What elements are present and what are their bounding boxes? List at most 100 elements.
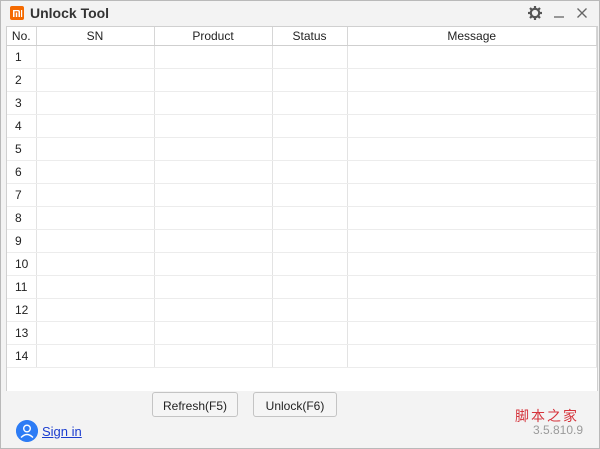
table-header-row: No. SN Product Status Message (7, 27, 597, 46)
cell-status (272, 206, 348, 230)
close-icon[interactable] (574, 5, 590, 21)
cell-status (272, 45, 348, 69)
cell-row-number: 6 (7, 160, 37, 184)
cell-product (154, 137, 273, 161)
cell-message (347, 45, 597, 69)
cell-row-number: 2 (7, 68, 37, 92)
cell-row-number: 3 (7, 91, 37, 115)
cell-status (272, 252, 348, 276)
cell-status (272, 275, 348, 299)
cell-product (154, 91, 273, 115)
cell-row-number: 13 (7, 321, 37, 345)
cell-message (347, 91, 597, 115)
cell-sn (36, 344, 155, 368)
unlock-button[interactable]: Unlock(F6) (253, 392, 337, 417)
cell-sn (36, 114, 155, 138)
cell-product (154, 275, 273, 299)
table-row[interactable]: 12 (7, 298, 597, 322)
device-table: No. SN Product Status Message 1234567891… (6, 26, 598, 392)
gear-icon[interactable] (527, 5, 543, 21)
cell-row-number: 10 (7, 252, 37, 276)
cell-product (154, 114, 273, 138)
cell-status (272, 183, 348, 207)
cell-sn (36, 229, 155, 253)
sign-in-link[interactable]: Sign in (42, 424, 82, 439)
cell-status (272, 229, 348, 253)
cell-message (347, 114, 597, 138)
cell-product (154, 45, 273, 69)
cell-message (347, 160, 597, 184)
cell-sn (36, 321, 155, 345)
cell-row-number: 4 (7, 114, 37, 138)
title-bar: Unlock Tool (1, 1, 599, 26)
cell-status (272, 91, 348, 115)
cell-message (347, 206, 597, 230)
table-row[interactable]: 2 (7, 68, 597, 92)
cell-sn (36, 183, 155, 207)
cell-product (154, 321, 273, 345)
cell-status (272, 321, 348, 345)
cell-message (347, 252, 597, 276)
cell-product (154, 160, 273, 184)
cell-product (154, 344, 273, 368)
cell-status (272, 68, 348, 92)
cell-message (347, 137, 597, 161)
table-row[interactable]: 10 (7, 252, 597, 276)
cell-message (347, 344, 597, 368)
table-row[interactable]: 7 (7, 183, 597, 207)
cell-status (272, 298, 348, 322)
table-row[interactable]: 5 (7, 137, 597, 161)
cell-sn (36, 252, 155, 276)
cell-sn (36, 45, 155, 69)
table-row[interactable]: 3 (7, 91, 597, 115)
minimize-icon[interactable] (551, 5, 567, 21)
table-row[interactable]: 11 (7, 275, 597, 299)
cell-row-number: 5 (7, 137, 37, 161)
table-row[interactable]: 9 (7, 229, 597, 253)
table-row[interactable]: 1 (7, 45, 597, 69)
cell-row-number: 9 (7, 229, 37, 253)
mi-logo-icon (10, 6, 24, 20)
version-label: 3.5.810.9 (532, 423, 583, 437)
cell-status (272, 137, 348, 161)
cell-sn (36, 298, 155, 322)
cell-sn (36, 91, 155, 115)
table-row[interactable]: 13 (7, 321, 597, 345)
cell-message (347, 298, 597, 322)
column-header-no[interactable]: No. (7, 27, 37, 46)
cell-sn (36, 160, 155, 184)
cell-row-number: 14 (7, 344, 37, 368)
cell-sn (36, 68, 155, 92)
cell-sn (36, 275, 155, 299)
cell-product (154, 183, 273, 207)
table-row[interactable]: 14 (7, 344, 597, 368)
cell-row-number: 1 (7, 45, 37, 69)
cell-row-number: 11 (7, 275, 37, 299)
cell-message (347, 275, 597, 299)
table-row[interactable]: 8 (7, 206, 597, 230)
cell-status (272, 114, 348, 138)
cell-product (154, 252, 273, 276)
cell-message (347, 229, 597, 253)
column-header-status[interactable]: Status (272, 27, 348, 46)
cell-message (347, 68, 597, 92)
table-row[interactable]: 4 (7, 114, 597, 138)
cell-product (154, 229, 273, 253)
cell-product (154, 206, 273, 230)
user-avatar-icon[interactable] (16, 420, 38, 442)
window-title: Unlock Tool (30, 5, 110, 21)
cell-row-number: 8 (7, 206, 37, 230)
cell-product (154, 68, 273, 92)
column-header-message[interactable]: Message (347, 27, 597, 46)
refresh-button[interactable]: Refresh(F5) (152, 392, 238, 417)
cell-sn (36, 206, 155, 230)
app-window: Unlock Tool No. SN Product Status Messag… (0, 0, 600, 449)
cell-message (347, 321, 597, 345)
column-header-product[interactable]: Product (154, 27, 273, 46)
table-row[interactable]: 6 (7, 160, 597, 184)
cell-message (347, 183, 597, 207)
cell-sn (36, 137, 155, 161)
cell-status (272, 160, 348, 184)
cell-product (154, 298, 273, 322)
column-header-sn[interactable]: SN (36, 27, 155, 46)
